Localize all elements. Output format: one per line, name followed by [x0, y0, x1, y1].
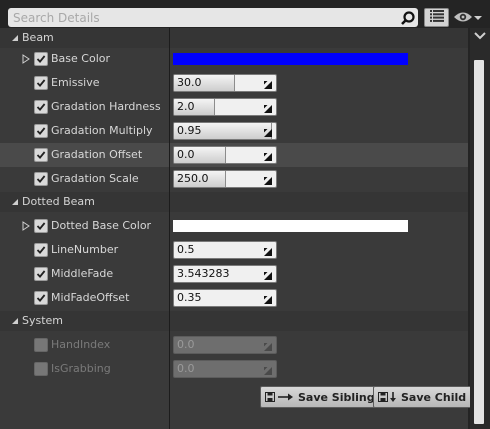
value-text: 0.0 — [177, 362, 195, 375]
property-label: Gradation Scale — [51, 172, 139, 185]
grid-list-icon — [429, 10, 444, 25]
property-label: Gradation Offset — [51, 148, 143, 161]
gradation-hardness-slider-input[interactable]: 2.0 — [173, 98, 277, 116]
property-row-base-color: Base Color — [0, 47, 468, 71]
drag-grip-icon[interactable] — [264, 103, 272, 113]
save-arrow-right-icon — [265, 391, 295, 403]
property-label: IsGrabbing — [51, 362, 111, 375]
view-options-button[interactable] — [424, 8, 449, 27]
section-title: System — [22, 314, 64, 327]
property-label: Dotted Base Color — [51, 219, 152, 232]
property-row-gradation-multiply: Gradation Multiply 0.95 — [0, 119, 468, 143]
gradation-hardness-checkbox[interactable] — [34, 100, 48, 114]
property-row-mid-fade-offset: MidFadeOffset 0.35 — [0, 286, 468, 310]
property-row-gradation-offset: Gradation Offset 0.0 — [0, 143, 468, 167]
mid-fade-offset-checkbox[interactable] — [34, 291, 48, 305]
section-system[interactable]: System — [0, 311, 468, 331]
dotted-base-color-checkbox[interactable] — [34, 219, 48, 233]
save-child-button[interactable]: Save Child — [373, 386, 474, 408]
details-panel: Beam Base Color Emissive 30.0 Gradation … — [0, 0, 490, 429]
scrollbar-thumb[interactable] — [474, 60, 484, 424]
gradation-offset-slider-input[interactable]: 0.0 — [173, 146, 277, 164]
value-text: 0.5 — [177, 243, 195, 256]
drag-grip-icon[interactable] — [264, 79, 272, 89]
button-label: Save Sibling — [298, 390, 375, 404]
property-row-gradation-scale: Gradation Scale 250.0 — [0, 167, 468, 191]
drag-grip-icon[interactable] — [264, 270, 272, 280]
save-sibling-button[interactable]: Save Sibling — [260, 386, 382, 408]
drag-grip-icon[interactable] — [264, 127, 272, 137]
property-label: Gradation Hardness — [51, 100, 161, 113]
hand-index-checkbox — [34, 338, 48, 352]
line-number-input[interactable]: 0.5 — [173, 241, 277, 259]
property-label: Emissive — [51, 76, 100, 89]
base-color-swatch[interactable] — [173, 53, 408, 65]
value-text: 0.0 — [177, 148, 195, 161]
save-arrow-down-icon — [378, 391, 398, 403]
drag-grip-icon[interactable] — [264, 175, 272, 185]
property-row-emissive: Emissive 30.0 — [0, 71, 468, 95]
column-splitter[interactable] — [169, 28, 170, 429]
gradation-scale-slider-input[interactable]: 250.0 — [173, 170, 277, 188]
is-grabbing-checkbox — [34, 362, 48, 376]
expand-arrow-icon[interactable] — [22, 47, 30, 71]
emissive-slider-input[interactable]: 30.0 — [173, 74, 277, 92]
property-row-hand-index: HandIndex 0.0 — [0, 333, 468, 357]
property-row-gradation-hardness: Gradation Hardness 2.0 — [0, 95, 468, 119]
middle-fade-checkbox[interactable] — [34, 267, 48, 281]
search-input[interactable] — [13, 10, 398, 25]
button-label: Save Child — [401, 390, 467, 404]
line-number-checkbox[interactable] — [34, 243, 48, 257]
emissive-checkbox[interactable] — [34, 76, 48, 90]
collapse-arrow-icon[interactable] — [11, 28, 19, 48]
drag-grip-icon — [264, 341, 272, 351]
base-color-checkbox[interactable] — [34, 52, 48, 66]
middle-fade-input[interactable]: 3.543283 — [173, 265, 277, 283]
collapse-arrow-icon[interactable] — [11, 311, 19, 331]
value-text: 0.35 — [177, 291, 202, 304]
drag-grip-icon[interactable] — [264, 151, 272, 161]
value-text: 250.0 — [177, 172, 209, 185]
hand-index-input: 0.0 — [173, 336, 277, 354]
section-dotted-beam[interactable]: Dotted Beam — [0, 192, 468, 212]
gradation-scale-checkbox[interactable] — [34, 172, 48, 186]
property-label: Base Color — [51, 52, 111, 65]
property-label: HandIndex — [51, 338, 111, 351]
dotted-base-color-swatch[interactable] — [173, 220, 408, 232]
expand-arrow-icon[interactable] — [22, 214, 30, 238]
visibility-dropdown[interactable] — [453, 9, 485, 27]
is-grabbing-input: 0.0 — [173, 360, 277, 378]
section-title: Dotted Beam — [22, 195, 95, 208]
section-title: Beam — [22, 31, 54, 44]
property-label: LineNumber — [51, 243, 119, 256]
search-icon[interactable] — [398, 8, 418, 27]
value-text: 2.0 — [177, 100, 195, 113]
mid-fade-offset-input[interactable]: 0.35 — [173, 289, 277, 307]
eye-icon — [453, 10, 473, 27]
vertical-scrollbar[interactable] — [470, 28, 490, 429]
gradation-offset-checkbox[interactable] — [34, 148, 48, 162]
section-beam[interactable]: Beam — [0, 28, 468, 48]
drag-grip-icon[interactable] — [264, 246, 272, 256]
property-row-is-grabbing: IsGrabbing 0.0 — [0, 357, 468, 381]
chevron-down-icon[interactable] — [474, 30, 486, 43]
drag-grip-icon — [264, 365, 272, 375]
value-text: 0.0 — [177, 338, 195, 351]
gradation-multiply-slider-input[interactable]: 0.95 — [173, 122, 277, 140]
search-box[interactable] — [8, 8, 418, 27]
collapse-arrow-icon[interactable] — [11, 192, 19, 212]
drag-grip-icon[interactable] — [264, 294, 272, 304]
property-row-middle-fade: MiddleFade 3.543283 — [0, 262, 468, 286]
chevron-down-icon — [473, 12, 483, 25]
property-label: MidFadeOffset — [51, 291, 130, 304]
gradation-multiply-checkbox[interactable] — [34, 124, 48, 138]
property-row-line-number: LineNumber 0.5 — [0, 238, 468, 262]
value-text: 3.543283 — [177, 267, 230, 280]
property-row-dotted-base-color: Dotted Base Color — [0, 214, 468, 238]
value-text: 30.0 — [177, 76, 202, 89]
property-label: Gradation Multiply — [51, 124, 153, 137]
property-label: MiddleFade — [51, 267, 114, 280]
value-text: 0.95 — [177, 124, 202, 137]
